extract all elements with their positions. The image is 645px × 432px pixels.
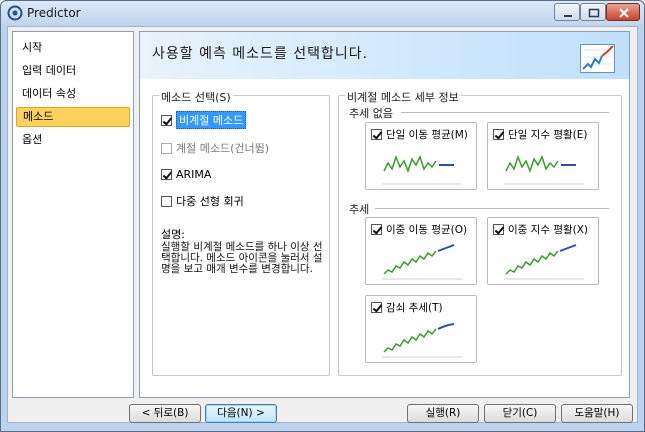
single-exponential-smoothing-checkbox[interactable] — [493, 129, 504, 140]
window-title: Predictor — [27, 6, 81, 20]
wizard-client-area: 시작 입력 데이터 데이터 속성 메소드 옵션 사용할 예측 메소드를 선택합니… — [7, 26, 638, 423]
page-title: 사용할 예측 메소드를 선택합니다. — [152, 46, 369, 62]
option-nonseasonal[interactable]: 비계절 메소드 — [161, 111, 247, 129]
arima-label: ARIMA — [176, 167, 212, 181]
option-multiple-regression[interactable]: 다중 선형 회귀 — [161, 193, 244, 209]
up-trend-thumbnail-icon — [504, 244, 584, 280]
wizard-nav: 시작 입력 데이터 데이터 속성 메소드 옵션 — [12, 31, 134, 398]
nav-item-options[interactable]: 옵션 — [16, 130, 130, 150]
single-moving-average-card[interactable]: 단일 이동 평균(M) — [365, 122, 477, 190]
minimize-button[interactable] — [554, 3, 580, 21]
no-trend-section-title: 추세 없음 — [349, 107, 393, 120]
main-panel: 사용할 예측 메소드를 선택합니다. 메소드 선택(S) 비계절 메소드 계절 … — [139, 31, 630, 398]
method-details-group: 비계절 메소드 세부 정보 추세 없음 단일 이동 평균(M) 단일 지수 평활… — [338, 89, 622, 376]
double-moving-average-card[interactable]: 이중 이동 평균(O) — [365, 217, 477, 285]
nav-item-input-data[interactable]: 입력 데이터 — [16, 61, 130, 81]
description-title: 설명: — [161, 228, 185, 241]
up-trend-thumbnail-icon — [382, 244, 462, 280]
double-exponential-smoothing-label: 이중 지수 평활(X) — [508, 224, 589, 236]
predictor-app-icon — [7, 5, 23, 21]
nav-item-methods[interactable]: 메소드 — [16, 107, 130, 127]
method-select-group: 메소드 선택(S) 비계절 메소드 계절 메소드(건너뜀) ARIMA 다중 선… — [152, 89, 330, 376]
no-trend-divider — [401, 112, 609, 113]
single-exponential-smoothing-label: 단일 지수 평활(E) — [508, 129, 588, 141]
run-button[interactable]: 실행(R) — [407, 404, 479, 423]
damped-trend-card[interactable]: 감쇠 추세(T) — [365, 295, 477, 363]
double-moving-average-checkbox[interactable] — [371, 224, 382, 235]
nav-item-start[interactable]: 시작 — [16, 38, 130, 58]
header-banner: 사용할 예측 메소드를 선택합니다. — [140, 32, 629, 79]
next-button[interactable]: 다음(N) > — [205, 404, 277, 423]
double-moving-average-label: 이중 이동 평균(O) — [386, 224, 468, 236]
minimize-icon — [564, 15, 572, 17]
multiple-regression-label: 다중 선형 회귀 — [176, 195, 244, 208]
multiple-regression-checkbox[interactable] — [161, 195, 172, 207]
single-exponential-smoothing-card[interactable]: 단일 지수 평활(E) — [487, 122, 599, 190]
trend-divider — [375, 208, 609, 209]
nav-item-data-attributes[interactable]: 데이터 속성 — [16, 84, 130, 104]
close-icon — [619, 8, 629, 18]
title-bar[interactable]: Predictor — [1, 1, 644, 25]
flat-trend-thumbnail-icon — [504, 154, 584, 185]
single-moving-average-checkbox[interactable] — [371, 129, 382, 140]
nonseasonal-checkbox[interactable] — [161, 114, 172, 126]
close-dialog-button[interactable]: 닫기(C) — [484, 404, 556, 423]
seasonal-checkbox[interactable] — [161, 142, 172, 154]
arima-checkbox[interactable] — [161, 168, 172, 180]
seasonal-label: 계절 메소드(건너뜀) — [176, 142, 270, 155]
option-seasonal[interactable]: 계절 메소드(건너뜀) — [161, 140, 269, 156]
description-text: 실행할 비계절 메소드를 하나 이상 선택합니다. 메소드 아이콘을 눌러서 설… — [161, 241, 323, 275]
help-button[interactable]: 도움말(H) — [561, 404, 633, 423]
single-moving-average-label: 단일 이동 평균(M) — [386, 129, 468, 141]
nonseasonal-label: 비계절 메소드 — [176, 111, 247, 129]
method-select-legend: 메소드 선택(S) — [159, 89, 233, 105]
damped-trend-label: 감쇠 추세(T) — [386, 302, 443, 314]
option-arima[interactable]: ARIMA — [161, 166, 211, 182]
flat-trend-thumbnail-icon — [382, 154, 462, 185]
maximize-icon — [588, 8, 600, 18]
back-button[interactable]: < 뒤로(B) — [129, 404, 201, 423]
trend-section-title: 추세 — [349, 203, 370, 216]
close-button[interactable] — [606, 3, 640, 21]
method-details-legend: 비계절 메소드 세부 정보 — [345, 89, 461, 105]
double-exponential-smoothing-checkbox[interactable] — [493, 224, 504, 235]
maximize-button[interactable] — [580, 3, 606, 21]
forecast-chart-icon — [580, 44, 615, 73]
damped-trend-checkbox[interactable] — [371, 302, 382, 313]
double-exponential-smoothing-card[interactable]: 이중 지수 평활(X) — [487, 217, 599, 285]
damped-trend-thumbnail-icon — [382, 323, 462, 358]
predictor-window: Predictor 시작 입력 데이터 데이터 속성 메소드 옵션 사용할 예측… — [0, 0, 645, 432]
